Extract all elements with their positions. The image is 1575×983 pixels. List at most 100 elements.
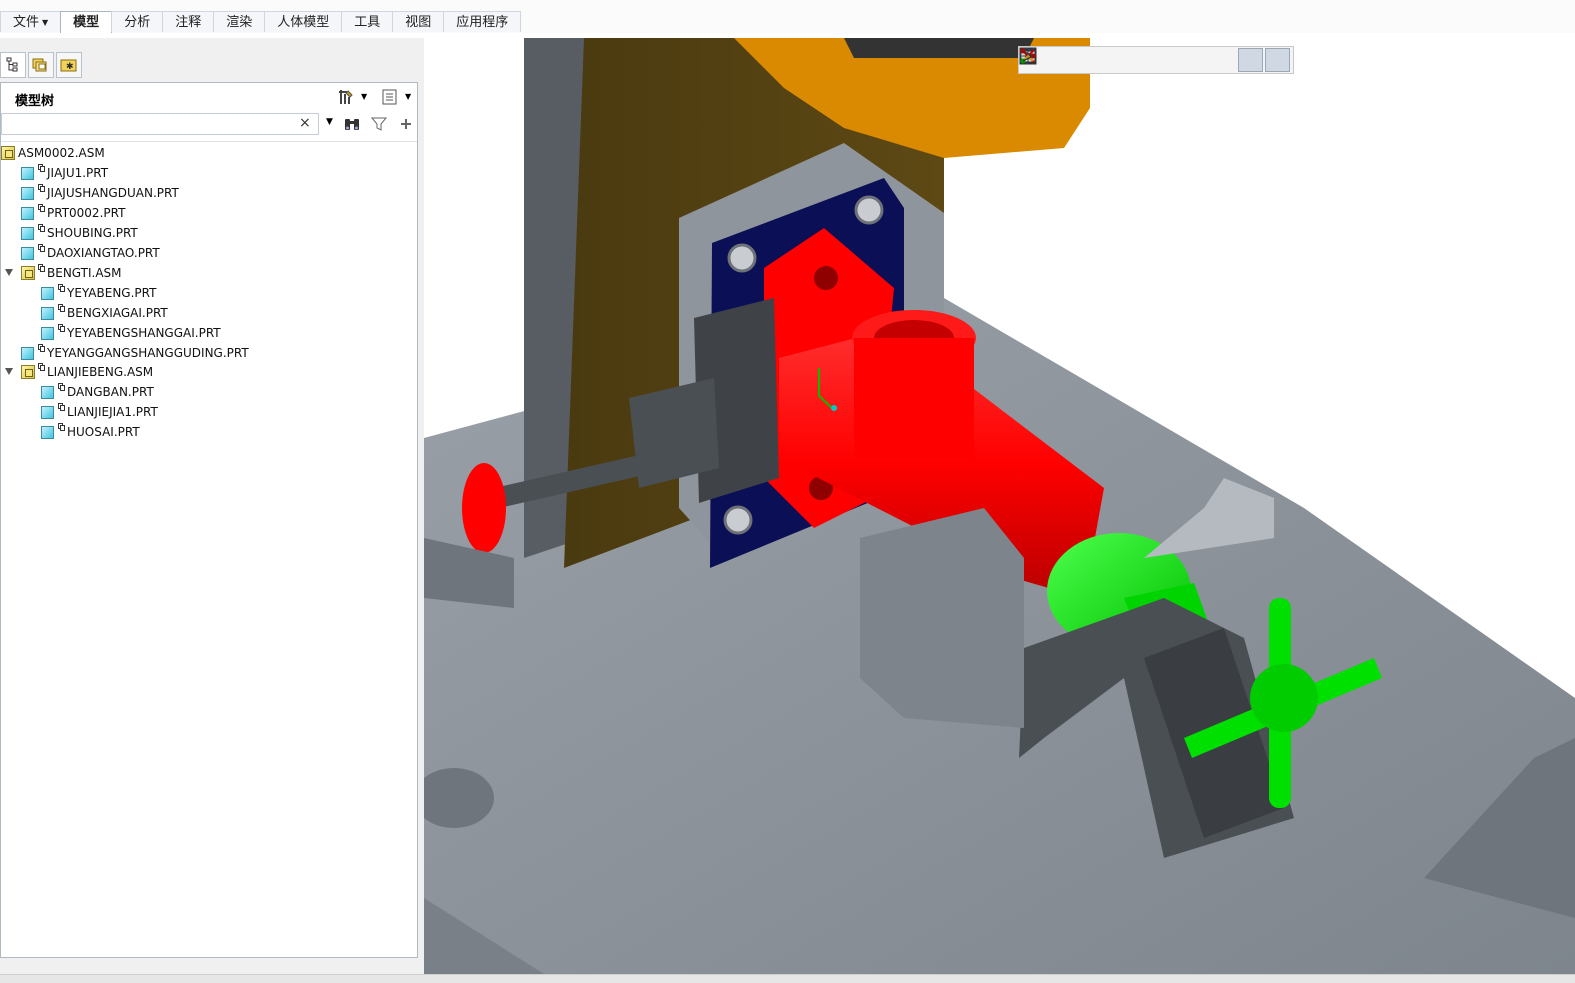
part-icon bbox=[41, 286, 54, 300]
bolt-hole bbox=[727, 243, 757, 273]
3d-assembly-view[interactable] bbox=[424, 38, 1575, 974]
placement-flag-icon bbox=[58, 419, 65, 439]
assembly-icon bbox=[21, 265, 35, 280]
repaint-icon[interactable] bbox=[1020, 48, 1128, 72]
part-icon bbox=[21, 346, 34, 360]
orange-block-hole bbox=[844, 38, 1034, 58]
tree-item[interactable]: DAOXIANGTAO.PRT bbox=[1, 243, 411, 263]
clear-icon[interactable]: × bbox=[299, 115, 311, 131]
tree-item-label: DANGBAN.PRT bbox=[67, 385, 154, 400]
expand-triangle-icon[interactable] bbox=[5, 268, 13, 276]
model-tree-tab-icon[interactable] bbox=[0, 52, 26, 78]
svg-text:✱: ✱ bbox=[66, 62, 74, 72]
bolt-hole bbox=[854, 195, 884, 225]
tree-search-row: × ▼ bbox=[1, 113, 417, 139]
tree-item-label: BENGXIAGAI.PRT bbox=[67, 305, 168, 320]
datum-display-icon[interactable]: x bbox=[1021, 48, 1236, 72]
tree-item-label: HUOSAI.PRT bbox=[67, 425, 140, 440]
navigator-tabs: ✱ bbox=[0, 52, 84, 80]
tree-item[interactable]: JIAJU1.PRT bbox=[1, 163, 411, 183]
tree-item[interactable]: PRT0002.PRT bbox=[1, 203, 411, 223]
file-menu[interactable]: 文件 ▼ bbox=[0, 11, 62, 32]
tree-divider bbox=[1, 141, 417, 142]
pump-boss bbox=[854, 338, 974, 458]
folder-browser-tab-icon[interactable] bbox=[28, 52, 54, 78]
tree-item[interactable]: YEYANGGANGSHANGGUDING.PRT bbox=[1, 343, 411, 363]
placement-flag-icon bbox=[38, 240, 45, 260]
tree-item-label: ASM0002.ASM bbox=[18, 146, 105, 160]
graphics-viewport[interactable]: AB x bbox=[424, 38, 1575, 974]
cross-handle-hub bbox=[1250, 664, 1318, 732]
tree-item[interactable]: JIAJUSHANGDUAN.PRT bbox=[1, 183, 411, 203]
saved-views-icon[interactable]: AB bbox=[1020, 48, 1182, 72]
placement-flag-icon bbox=[38, 260, 45, 280]
add-icon[interactable] bbox=[397, 115, 415, 133]
part-icon bbox=[21, 226, 34, 240]
chevron-down-icon[interactable]: ▼ bbox=[405, 92, 415, 110]
tree-item-label: DAOXIANGTAO.PRT bbox=[47, 245, 160, 260]
view-manager-icon[interactable] bbox=[1020, 48, 1209, 72]
assembly-icon bbox=[1, 146, 15, 160]
tree-item-label: YEYABENG.PRT bbox=[67, 285, 157, 300]
model-tree-panel: 模型树 ▼ ▼ × ▼ ASM0002.ASM JIAJU1.PRT JIAJU… bbox=[0, 82, 418, 958]
zoom-out-icon[interactable] bbox=[1020, 48, 1101, 72]
part-icon bbox=[21, 166, 34, 180]
part-icon bbox=[41, 306, 54, 320]
show-options-icon[interactable] bbox=[381, 88, 399, 106]
tab-model[interactable]: 模型 bbox=[60, 11, 113, 34]
tab-tools[interactable]: 工具 bbox=[341, 11, 394, 32]
tree-item-label: YEYANGGANGSHANGGUDING.PRT bbox=[47, 345, 249, 360]
find-binoculars-icon[interactable] bbox=[343, 115, 361, 133]
part-icon bbox=[21, 246, 34, 260]
filter-icon[interactable] bbox=[370, 115, 388, 133]
zoom-in-icon[interactable] bbox=[1020, 48, 1074, 72]
model-tree-header: 模型树 ▼ ▼ bbox=[1, 83, 417, 111]
tab-analysis[interactable]: 分析 bbox=[111, 11, 164, 32]
part-icon bbox=[41, 406, 54, 420]
ribbon: 文件 ▼ 模型 分析 注释 渲染 人体模型 工具 视图 应用程序 bbox=[0, 0, 1575, 35]
display-style-icon[interactable] bbox=[1021, 48, 1155, 72]
tree-item[interactable]: HUOSAI.PRT bbox=[1, 422, 411, 442]
tree-item[interactable]: ASM0002.ASM bbox=[1, 143, 411, 163]
part-icon bbox=[21, 186, 34, 200]
tree-item[interactable]: YEYABENGSHANGGAI.PRT bbox=[1, 323, 411, 343]
placement-flag-icon bbox=[58, 320, 65, 340]
spin-center-icon[interactable] bbox=[1022, 48, 1263, 72]
tab-applications[interactable]: 应用程序 bbox=[443, 11, 522, 32]
part-icon bbox=[41, 426, 54, 440]
graphics-toolbar: AB x bbox=[1018, 46, 1294, 74]
tab-view[interactable]: 视图 bbox=[392, 11, 445, 32]
flange-hole bbox=[814, 266, 838, 290]
expand-triangle-icon[interactable] bbox=[5, 368, 13, 376]
placement-flag-icon bbox=[38, 340, 45, 360]
part-icon bbox=[21, 206, 34, 220]
annotation-display-icon[interactable] bbox=[1020, 48, 1290, 72]
placement-flag-icon bbox=[38, 359, 45, 379]
tree-item-label: LIANJIEJIA1.PRT bbox=[67, 405, 158, 420]
assembly-icon bbox=[21, 365, 35, 380]
tab-manikin[interactable]: 人体模型 bbox=[264, 11, 343, 32]
bolt-hole bbox=[723, 505, 753, 535]
chevron-down-icon[interactable]: ▼ bbox=[326, 117, 333, 127]
settings-tools-icon[interactable] bbox=[337, 88, 355, 106]
placement-flag-icon bbox=[38, 160, 45, 180]
tab-annotate[interactable]: 注释 bbox=[162, 11, 215, 32]
chevron-down-icon: ▼ bbox=[42, 18, 49, 27]
favorites-tab-icon[interactable]: ✱ bbox=[56, 52, 82, 78]
tree-item-label: JIAJU1.PRT bbox=[47, 165, 109, 180]
tree-item-label: JIAJUSHANGDUAN.PRT bbox=[47, 185, 179, 200]
red-end-cap bbox=[462, 463, 506, 553]
support-block bbox=[860, 508, 1024, 728]
tree-item[interactable]: SHOUBING.PRT bbox=[1, 223, 411, 243]
tree-item-label: PRT0002.PRT bbox=[47, 205, 126, 220]
file-menu-label: 文件 bbox=[13, 15, 40, 30]
tree-search-input[interactable] bbox=[1, 113, 319, 135]
placement-flag-icon bbox=[58, 379, 65, 399]
tab-render[interactable]: 渲染 bbox=[213, 11, 266, 32]
placement-flag-icon bbox=[58, 300, 65, 320]
tree-item-label: YEYABENGSHANGGAI.PRT bbox=[67, 325, 221, 340]
chevron-down-icon[interactable]: ▼ bbox=[361, 92, 371, 110]
placement-flag-icon bbox=[58, 399, 65, 419]
part-icon bbox=[41, 386, 54, 400]
placement-flag-icon bbox=[38, 180, 45, 200]
